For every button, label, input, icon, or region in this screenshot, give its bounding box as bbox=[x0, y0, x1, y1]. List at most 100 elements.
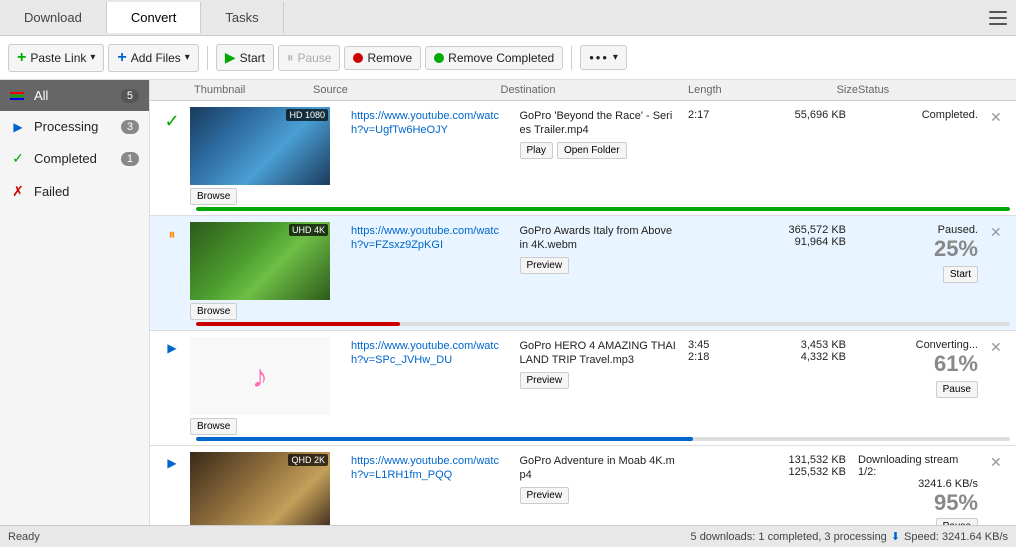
row-1-progress bbox=[150, 207, 1016, 215]
add-files-button[interactable]: + Add Files ▾ bbox=[108, 44, 198, 72]
sidebar-processing-badge: 3 bbox=[121, 120, 139, 134]
row-2-browse-btn[interactable]: Browse bbox=[190, 303, 237, 320]
row-4-status: Downloading stream 1/2: 3241.6 KB/s 95% … bbox=[852, 452, 982, 525]
thumbnail-3: ♪ bbox=[190, 337, 330, 415]
row-4-source-cell: https://www.youtube.com/watch?v=L1RH1fm_… bbox=[345, 452, 514, 485]
row-2-progress-fill bbox=[196, 322, 400, 326]
start-button[interactable]: ▶ Start bbox=[216, 44, 274, 71]
badge-1: HD 1080 bbox=[286, 109, 328, 121]
sidebar-completed-badge: 1 bbox=[121, 152, 139, 166]
row-1-open-folder-btn[interactable]: Open Folder bbox=[557, 142, 627, 159]
col-header-size: Size bbox=[768, 84, 858, 96]
row-2-percent: 25% bbox=[934, 236, 978, 262]
row-4-close[interactable]: ✕ bbox=[982, 452, 1012, 473]
row-2-start-btn[interactable]: Start bbox=[943, 266, 978, 283]
row-1-status-text: Completed. bbox=[922, 109, 978, 121]
start-play-icon: ▶ bbox=[225, 49, 236, 66]
col-header-status: Status bbox=[858, 84, 978, 96]
row-4-close-btn[interactable]: ✕ bbox=[988, 452, 1004, 472]
play-row-icon: ▶ bbox=[167, 341, 176, 355]
row-1-size-val: 55,696 KB bbox=[768, 109, 846, 121]
row-4-length bbox=[682, 452, 762, 456]
menu-button[interactable] bbox=[980, 0, 1016, 36]
remove-completed-button[interactable]: Remove Completed bbox=[425, 46, 563, 70]
row-4-percent: 95% bbox=[934, 490, 978, 516]
row-4-preview-btn[interactable]: Preview bbox=[520, 487, 570, 504]
sidebar-item-processing[interactable]: ▶ Processing 3 bbox=[0, 111, 149, 142]
row-3-browse-btn[interactable]: Browse bbox=[190, 418, 237, 435]
row-2-length bbox=[682, 222, 762, 226]
row-2-preview-btn[interactable]: Preview bbox=[520, 257, 570, 274]
toolbar: + Paste Link ▾ + Add Files ▾ ▶ Start ⏸ P… bbox=[0, 36, 1016, 80]
more-chevron: ▾ bbox=[613, 52, 618, 63]
tab-tasks[interactable]: Tasks bbox=[201, 2, 283, 33]
row-2-dest: GoPro Awards Italy from Above in 4K.webm bbox=[520, 224, 677, 253]
row-3-close-btn[interactable]: ✕ bbox=[988, 337, 1004, 357]
paste-link-label: Paste Link bbox=[30, 51, 86, 65]
row-1-close[interactable]: ✕ bbox=[982, 107, 1012, 128]
tab-bar: Download Convert Tasks bbox=[0, 0, 1016, 36]
thumbnail-1: HD 1080 bbox=[190, 107, 330, 185]
row-3-percent: 61% bbox=[934, 351, 978, 377]
row-2-close[interactable]: ✕ bbox=[982, 222, 1012, 243]
checkmark-icon: ✓ bbox=[164, 111, 179, 132]
row-3-status-text: Converting... bbox=[916, 339, 978, 351]
row-3-size-val: 3,453 KB bbox=[768, 339, 846, 351]
row-3-preview-btn[interactable]: Preview bbox=[520, 372, 570, 389]
paste-link-button[interactable]: + Paste Link ▾ bbox=[8, 44, 104, 72]
row-2-status: Paused. 25% Start bbox=[852, 222, 982, 285]
remove-button[interactable]: Remove bbox=[344, 46, 421, 70]
sidebar-all-label: All bbox=[34, 88, 48, 103]
row-3-source-cell: https://www.youtube.com/watch?v=SPc_JVHw… bbox=[345, 337, 514, 370]
row-3-close[interactable]: ✕ bbox=[982, 337, 1012, 358]
tab-download[interactable]: Download bbox=[0, 2, 107, 33]
row-1-size: 55,696 KB bbox=[762, 107, 852, 123]
row-1-source: https://www.youtube.com/watch?v=UgfTw6He… bbox=[351, 109, 508, 138]
tab-convert[interactable]: Convert bbox=[107, 2, 202, 33]
row-3-status: Converting... 61% Pause bbox=[852, 337, 982, 400]
col-header-destination: Destination bbox=[501, 84, 689, 96]
more-options-button[interactable]: ••• ▾ bbox=[580, 45, 627, 70]
processing-icon: ▶ bbox=[10, 120, 26, 134]
row-2-size-val: 365,572 KB bbox=[768, 224, 846, 236]
paste-link-chevron: ▾ bbox=[90, 52, 95, 63]
row-4-size-val: 131,532 KB bbox=[768, 454, 846, 466]
row-4-dest: GoPro Adventure in Moab 4K.mp4 bbox=[520, 454, 677, 483]
task-row-1-grid: ✓ HD 1080 Browse https://www.youtube.com… bbox=[150, 101, 1016, 207]
downloads-info: 5 downloads: 1 completed, 3 processing bbox=[691, 531, 887, 543]
task-row-2: ⏸ UHD 4K Browse https://www.youtube.com/… bbox=[150, 216, 1016, 331]
row-3-thumb: ♪ Browse bbox=[190, 337, 345, 435]
row-1-close-btn[interactable]: ✕ bbox=[988, 107, 1004, 127]
sidebar-item-completed[interactable]: ✓ Completed 1 bbox=[0, 142, 149, 175]
row-1-play-btn[interactable]: Play bbox=[520, 142, 553, 159]
sidebar-item-failed[interactable]: ✗ Failed bbox=[0, 175, 149, 208]
row-4-dest-cell: GoPro Adventure in Moab 4K.mp4 Preview bbox=[514, 452, 683, 506]
col-header-thumbnail: Thumbnail bbox=[158, 84, 313, 96]
task-row-1: ✓ HD 1080 Browse https://www.youtube.com… bbox=[150, 101, 1016, 216]
pause-button[interactable]: ⏸ Pause bbox=[278, 45, 341, 71]
status-bar: Ready 5 downloads: 1 completed, 3 proces… bbox=[0, 525, 1016, 547]
row-2-close-btn[interactable]: ✕ bbox=[988, 222, 1004, 242]
add-files-label: Add Files bbox=[131, 51, 181, 65]
row-4-status-text: Downloading stream 1/2: bbox=[858, 454, 978, 478]
main-area: All 5 ▶ Processing 3 ✓ Completed 1 ✗ Fai… bbox=[0, 80, 1016, 525]
row-2-size: 365,572 KB 91,964 KB bbox=[762, 222, 852, 250]
row-4-status2-text: 3241.6 KB/s bbox=[918, 478, 978, 490]
plus-green-icon: + bbox=[17, 49, 26, 67]
row-1-source-cell: https://www.youtube.com/watch?v=UgfTw6He… bbox=[345, 107, 514, 140]
row-3-progress-bar bbox=[196, 437, 1010, 441]
row-1-browse-btn[interactable]: Browse bbox=[190, 188, 237, 205]
thumbnail-4: QHD 2K bbox=[190, 452, 330, 525]
row-2-progress bbox=[150, 322, 1016, 330]
row-1-dest-cell: GoPro 'Beyond the Race' - Series Trailer… bbox=[514, 107, 683, 161]
row-4-pause-btn[interactable]: Pause bbox=[936, 518, 978, 525]
ready-text: Ready bbox=[8, 531, 40, 543]
row-2-status-text: Paused. bbox=[938, 224, 978, 236]
content-area: Thumbnail Source Destination Length Size… bbox=[150, 80, 1016, 525]
col-header-length: Length bbox=[688, 84, 768, 96]
row-3-length2-val: 2:18 bbox=[688, 351, 756, 363]
sidebar-item-all[interactable]: All 5 bbox=[0, 80, 149, 111]
row-3-pause-btn[interactable]: Pause bbox=[936, 381, 978, 398]
row-1-length-val: 2:17 bbox=[688, 109, 756, 121]
row-4-thumb: QHD 2K Browse bbox=[190, 452, 345, 525]
